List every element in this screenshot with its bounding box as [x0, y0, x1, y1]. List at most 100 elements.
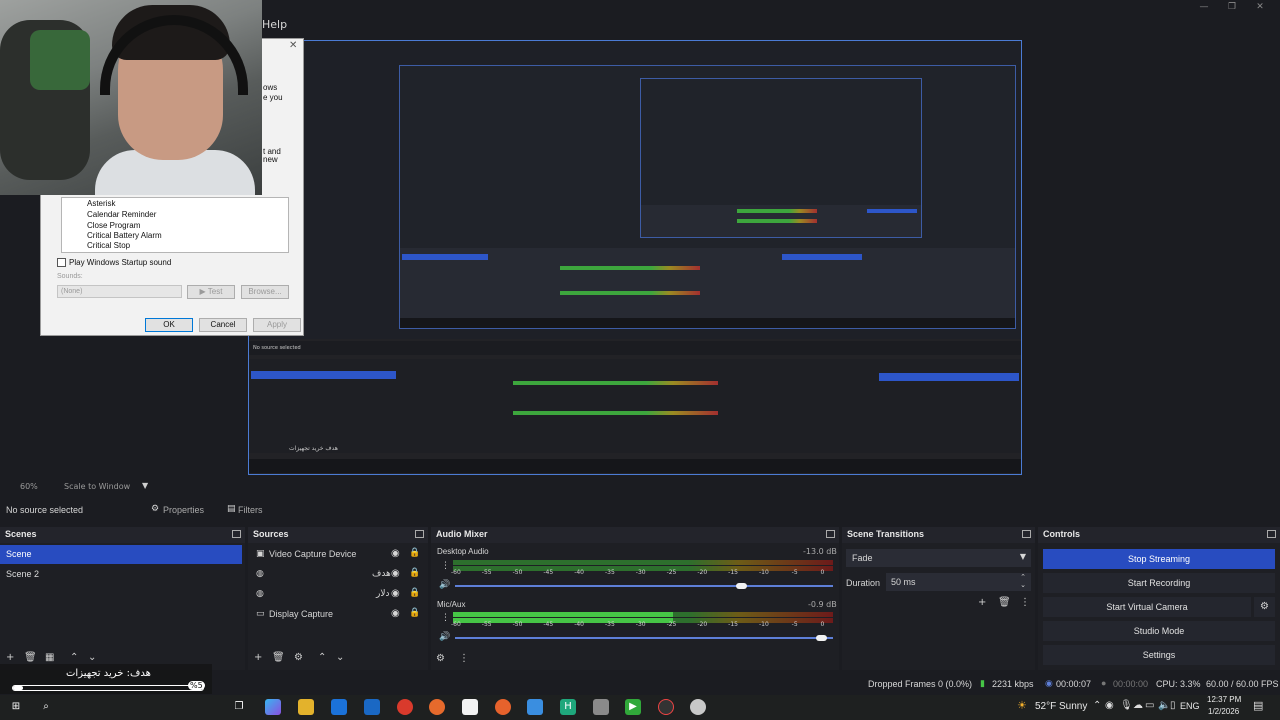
weather-text[interactable]: 52°F Sunny: [1035, 701, 1087, 712]
source-properties-icon[interactable]: ⚙: [294, 652, 303, 663]
start-virtual-camera-button[interactable]: Start Virtual Camera: [1043, 597, 1251, 617]
copilot-icon[interactable]: [265, 699, 281, 715]
list-item[interactable]: Close Program: [87, 221, 140, 230]
source-row[interactable]: ▣ Video Capture Device ◉ 🔒: [248, 545, 426, 565]
channel-menu-icon[interactable]: ⋮: [441, 613, 450, 623]
move-down-icon[interactable]: ⌄: [88, 652, 96, 663]
source-row[interactable]: ◍ هدف ◉ 🔒: [248, 565, 426, 585]
undock-icon[interactable]: [415, 530, 424, 538]
undock-icon[interactable]: [1267, 530, 1276, 538]
search-icon[interactable]: ⌕: [38, 699, 54, 715]
scene-item[interactable]: Scene 2: [0, 565, 242, 584]
volume-knob[interactable]: [815, 635, 827, 641]
remove-transition-icon[interactable]: 🗑: [998, 597, 1011, 608]
move-up-icon[interactable]: ⌃: [70, 652, 78, 663]
file-explorer-icon[interactable]: [298, 699, 314, 715]
scale-dropdown-icon[interactable]: ▼: [142, 481, 148, 490]
minimize-button[interactable]: —: [1190, 0, 1218, 14]
app-icon[interactable]: [690, 699, 706, 715]
mail-icon[interactable]: [364, 699, 380, 715]
volume-slider[interactable]: [455, 585, 833, 587]
undock-icon[interactable]: [826, 530, 835, 538]
add-transition-button[interactable]: +: [978, 597, 986, 608]
stop-streaming-button[interactable]: Stop Streaming: [1043, 549, 1275, 569]
eye-icon[interactable]: ◉: [391, 588, 400, 599]
maximize-button[interactable]: ❐: [1218, 0, 1246, 14]
browse-button[interactable]: Browse...: [241, 285, 289, 299]
scale-mode-select[interactable]: Scale to Window: [64, 482, 130, 491]
volume-icon[interactable]: 🔈: [1158, 700, 1170, 711]
network-icon[interactable]: ▭: [1145, 700, 1154, 711]
language-indicator[interactable]: ENG: [1180, 701, 1200, 711]
store-icon[interactable]: [331, 699, 347, 715]
sounds-select[interactable]: (None): [57, 285, 182, 298]
remove-source-icon[interactable]: 🗑: [272, 652, 285, 663]
speaker-icon[interactable]: 🔊: [439, 580, 450, 590]
obs-tray-icon[interactable]: ◉: [1105, 700, 1114, 711]
source-row[interactable]: ▭ Display Capture ◉ 🔒: [248, 605, 426, 625]
mixer-menu-icon[interactable]: ⋮: [459, 653, 469, 664]
virtual-camera-settings-icon[interactable]: ⚙: [1254, 597, 1275, 617]
volume-knob[interactable]: [736, 583, 748, 589]
undock-icon[interactable]: [1022, 530, 1031, 538]
add-source-button[interactable]: +: [254, 652, 262, 663]
obs-icon[interactable]: [658, 699, 674, 715]
scene-filters-icon[interactable]: ▦: [45, 652, 54, 663]
duration-input[interactable]: 50 ms ⌃ ⌄: [886, 573, 1031, 591]
move-down-icon[interactable]: ⌄: [336, 652, 344, 663]
settings-button[interactable]: Settings: [1043, 645, 1275, 665]
tray-chevron-icon[interactable]: ⌃: [1093, 700, 1101, 711]
advanced-audio-icon[interactable]: ⚙: [436, 653, 445, 664]
properties-button[interactable]: Properties: [163, 505, 204, 515]
move-up-icon[interactable]: ⌃: [318, 652, 326, 663]
studio-mode-button[interactable]: Studio Mode: [1043, 621, 1275, 641]
task-view-icon[interactable]: ❐: [231, 699, 247, 715]
list-item[interactable]: Critical Stop: [87, 241, 130, 250]
battery-icon[interactable]: ▯: [1170, 700, 1176, 711]
cloud-tray-icon[interactable]: ☁: [1133, 700, 1143, 711]
speaker-icon[interactable]: 🔊: [439, 632, 450, 642]
list-item[interactable]: Calendar Reminder: [87, 210, 156, 219]
undock-icon[interactable]: [232, 530, 241, 538]
list-item[interactable]: Critical Battery Alarm: [87, 231, 162, 240]
remove-scene-icon[interactable]: 🗑: [24, 652, 37, 663]
clock-time[interactable]: 12:37 PM: [1207, 695, 1241, 704]
lock-icon[interactable]: 🔒: [409, 608, 420, 618]
test-button[interactable]: ▶ Test: [187, 285, 235, 299]
app-icon[interactable]: [527, 699, 543, 715]
eye-icon[interactable]: ◉: [391, 608, 400, 619]
startup-sound-checkbox[interactable]: [57, 258, 66, 267]
eye-icon[interactable]: ◉: [391, 548, 400, 559]
transition-select[interactable]: Fade ▼: [846, 549, 1031, 567]
clock-date[interactable]: 1/2/2026: [1208, 707, 1239, 716]
tool-app-icon[interactable]: [593, 699, 609, 715]
lock-icon[interactable]: 🔒: [409, 588, 420, 598]
play-app-icon[interactable]: ▶: [625, 699, 641, 715]
apply-button[interactable]: Apply: [253, 318, 301, 332]
add-scene-button[interactable]: +: [6, 652, 14, 663]
notification-icon[interactable]: ▤: [1253, 699, 1263, 712]
volume-slider[interactable]: [455, 637, 833, 639]
source-row[interactable]: ◍ دلار ◉ 🔒: [248, 585, 426, 605]
h-app-icon[interactable]: H: [560, 699, 576, 715]
notepad-icon[interactable]: [462, 699, 478, 715]
dialog-close-icon[interactable]: ✕: [289, 40, 297, 51]
chrome-icon[interactable]: [397, 699, 413, 715]
mic-tray-icon[interactable]: 🎙: [1120, 700, 1133, 711]
transition-menu-icon[interactable]: ⋮: [1020, 597, 1030, 608]
close-window-button[interactable]: ✕: [1246, 0, 1274, 14]
scene-item[interactable]: Scene: [0, 545, 242, 564]
list-item[interactable]: Asterisk: [87, 199, 115, 208]
firefox-icon[interactable]: [429, 699, 445, 715]
preview-canvas[interactable]: No source selected هدف خرید تجهیزات: [248, 40, 1022, 475]
stepper-icon[interactable]: ⌃ ⌄: [1020, 573, 1026, 589]
start-recording-button[interactable]: Start Recording: [1043, 573, 1275, 593]
windows-start-icon[interactable]: ⊞: [8, 699, 24, 715]
eye-icon[interactable]: ◉: [391, 568, 400, 579]
lock-icon[interactable]: 🔒: [409, 548, 420, 558]
menu-help[interactable]: Help: [262, 18, 287, 31]
lock-icon[interactable]: 🔒: [409, 568, 420, 578]
filters-button[interactable]: Filters: [238, 505, 263, 515]
cancel-button[interactable]: Cancel: [199, 318, 247, 332]
channel-menu-icon[interactable]: ⋮: [441, 561, 450, 571]
